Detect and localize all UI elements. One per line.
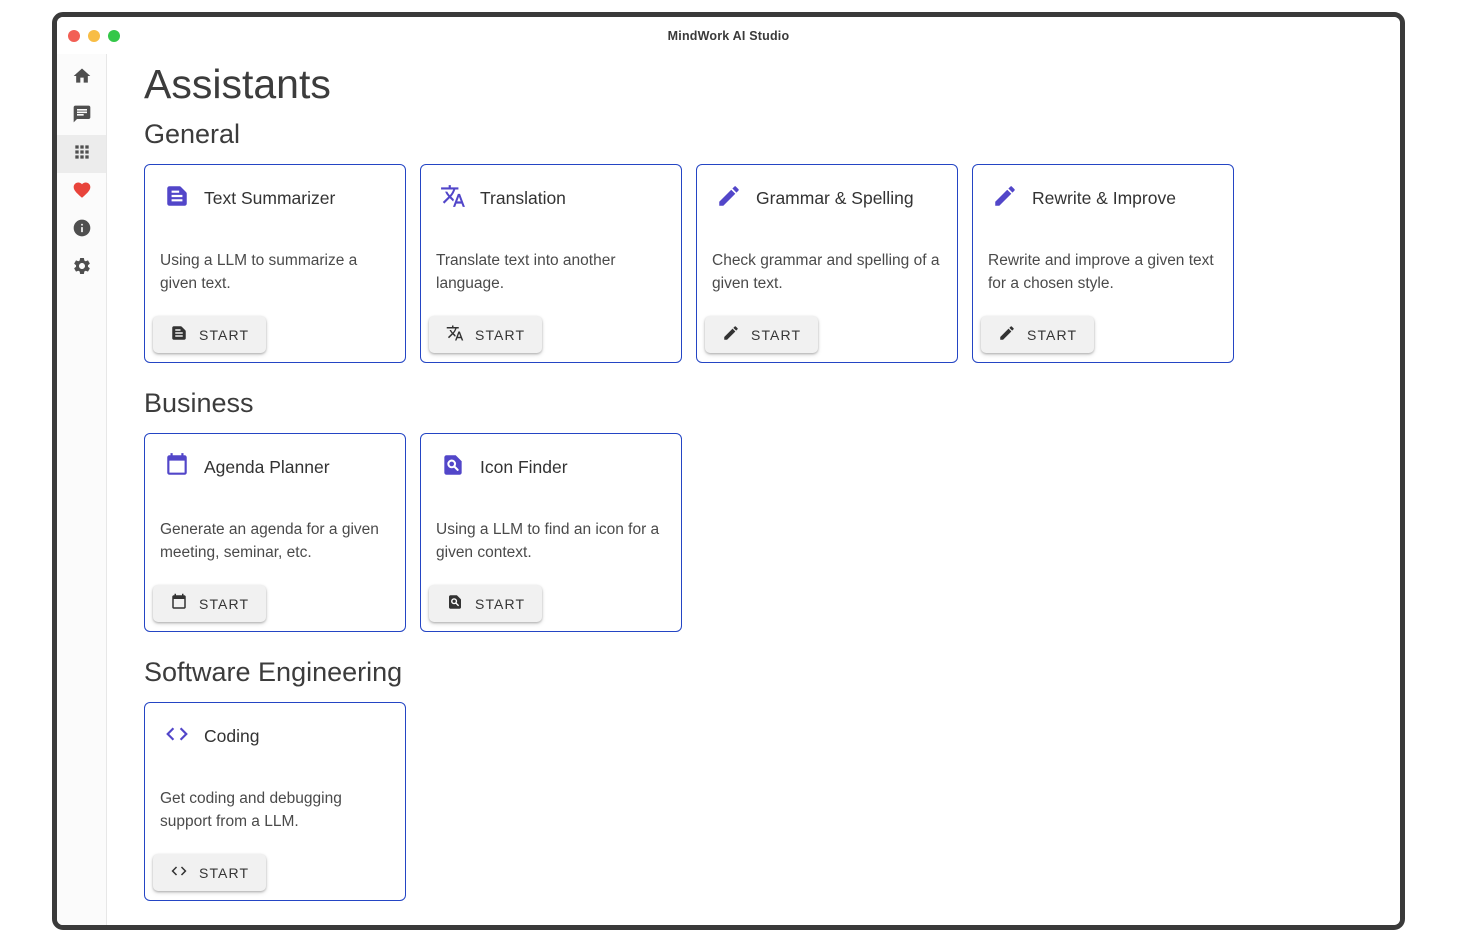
sidebar-item-home[interactable] (57, 59, 106, 97)
start-button-label: START (199, 596, 249, 612)
start-button-label: START (199, 865, 249, 881)
card-title: Icon Finder (480, 457, 568, 478)
card-description: Rewrite and improve a given text for a c… (988, 249, 1224, 295)
start-agenda-planner-button[interactable]: START (153, 585, 266, 622)
start-coding-button[interactable]: START (153, 854, 266, 891)
chat-icon (72, 104, 92, 129)
card-title: Text Summarizer (204, 188, 335, 209)
start-text-summarizer-button[interactable]: START (153, 316, 266, 353)
section-title-general: General (144, 119, 1400, 150)
pencil-icon (716, 183, 742, 214)
cards-row-general: Text Summarizer Using a LLM to summarize… (144, 164, 1400, 363)
card-agenda-planner: Agenda Planner Generate an agenda for a … (144, 433, 406, 632)
icon-search-icon (446, 593, 464, 614)
card-title: Translation (480, 188, 566, 209)
card-description: Translate text into another language. (436, 249, 672, 295)
translate-icon (440, 183, 466, 214)
card-title: Grammar & Spelling (756, 188, 914, 209)
text-snippet-icon (164, 183, 190, 214)
card-title: Rewrite & Improve (1032, 188, 1176, 209)
card-translation: Translation Translate text into another … (420, 164, 682, 363)
start-button-label: START (475, 596, 525, 612)
home-icon (72, 66, 92, 91)
sidebar (57, 54, 107, 925)
app-window: MindWork AI Studio Assistants (52, 12, 1405, 930)
window-title: MindWork AI Studio (668, 29, 790, 43)
pencil-icon (998, 324, 1016, 345)
section-title-business: Business (144, 388, 1400, 419)
settings-gear-icon (72, 256, 92, 281)
pencil-icon (992, 183, 1018, 214)
section-title-software-engineering: Software Engineering (144, 657, 1400, 688)
traffic-lights (68, 17, 120, 54)
card-coding: Coding Get coding and debugging support … (144, 702, 406, 901)
translate-icon (446, 324, 464, 345)
card-title: Agenda Planner (204, 457, 330, 478)
calendar-icon (164, 452, 190, 483)
start-button-label: START (751, 327, 801, 343)
sidebar-item-assistants[interactable] (57, 135, 106, 173)
info-icon (72, 218, 92, 243)
calendar-icon (170, 593, 188, 614)
heart-icon (72, 180, 92, 205)
card-description: Get coding and debugging support from a … (160, 787, 396, 833)
cards-row-business: Agenda Planner Generate an agenda for a … (144, 433, 1400, 632)
start-translation-button[interactable]: START (429, 316, 542, 353)
close-window-button[interactable] (68, 30, 80, 42)
start-button-label: START (199, 327, 249, 343)
code-icon (170, 862, 188, 883)
maximize-window-button[interactable] (108, 30, 120, 42)
pencil-icon (722, 324, 740, 345)
start-grammar-spelling-button[interactable]: START (705, 316, 818, 353)
page-title: Assistants (144, 61, 1400, 108)
start-button-label: START (1027, 327, 1077, 343)
card-description: Using a LLM to find an icon for a given … (436, 518, 672, 564)
code-icon (164, 721, 190, 752)
titlebar: MindWork AI Studio (57, 17, 1400, 54)
sidebar-item-chats[interactable] (57, 97, 106, 135)
start-icon-finder-button[interactable]: START (429, 585, 542, 622)
card-grammar-spelling: Grammar & Spelling Check grammar and spe… (696, 164, 958, 363)
card-icon-finder: Icon Finder Using a LLM to find an icon … (420, 433, 682, 632)
sidebar-item-about[interactable] (57, 211, 106, 249)
apps-grid-icon (72, 142, 92, 167)
text-snippet-icon (170, 324, 188, 345)
start-rewrite-improve-button[interactable]: START (981, 316, 1094, 353)
sidebar-item-settings[interactable] (57, 249, 106, 287)
card-description: Check grammar and spelling of a given te… (712, 249, 948, 295)
card-description: Generate an agenda for a given meeting, … (160, 518, 396, 564)
card-text-summarizer: Text Summarizer Using a LLM to summarize… (144, 164, 406, 363)
sidebar-item-favorites[interactable] (57, 173, 106, 211)
cards-row-software-engineering: Coding Get coding and debugging support … (144, 702, 1400, 901)
card-title: Coding (204, 726, 259, 747)
card-description: Using a LLM to summarize a given text. (160, 249, 396, 295)
icon-search-icon (440, 452, 466, 483)
minimize-window-button[interactable] (88, 30, 100, 42)
card-rewrite-improve: Rewrite & Improve Rewrite and improve a … (972, 164, 1234, 363)
start-button-label: START (475, 327, 525, 343)
main-content: Assistants General Text Summarizer Using… (107, 54, 1400, 925)
